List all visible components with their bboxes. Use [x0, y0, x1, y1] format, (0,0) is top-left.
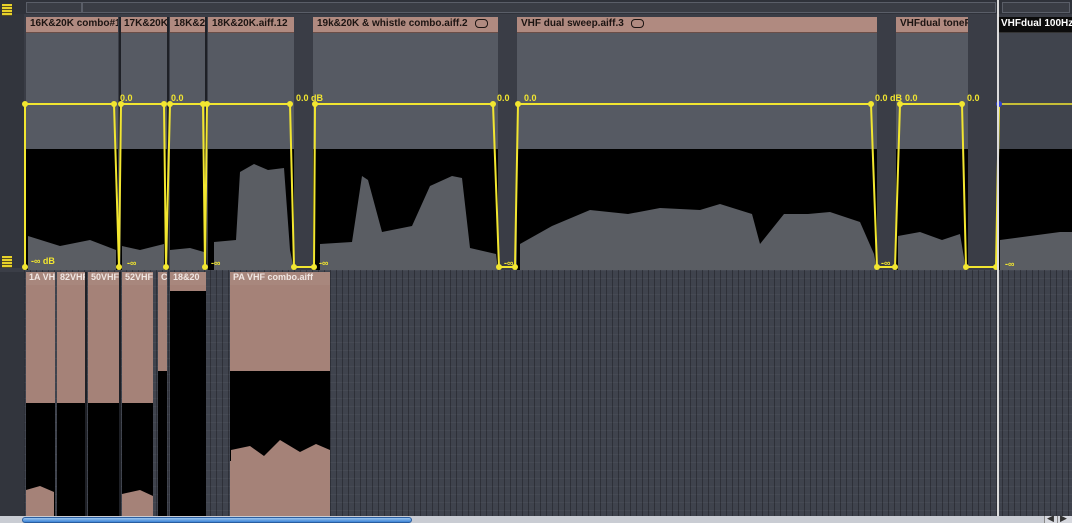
waveform-peak: [520, 204, 877, 270]
automation-overlay: [22, 17, 1072, 516]
envelope-node[interactable]: [874, 264, 880, 270]
envelope-node[interactable]: [111, 101, 117, 107]
envelope-node[interactable]: [291, 264, 297, 270]
envelope-node[interactable]: [163, 264, 169, 270]
envelope-node[interactable]: [311, 264, 317, 270]
gain-label: 0.0: [967, 93, 980, 103]
envelope-node[interactable]: [204, 101, 210, 107]
gain-label: 0.0 dB: [296, 93, 324, 103]
scroll-right-button[interactable]: ▶: [1057, 513, 1072, 523]
waveform-peak: [320, 176, 498, 270]
envelope-node[interactable]: [202, 264, 208, 270]
gain-label: 0.0 dB: [875, 93, 903, 103]
waveform-peak: [26, 486, 54, 516]
envelope-node[interactable]: [515, 101, 521, 107]
envelope-node[interactable]: [161, 101, 167, 107]
chevron-right-icon: ▶: [1060, 513, 1067, 523]
arrange-window: 16K&20K combo#1 17K&20K 18K&2 18K&20K.ai…: [0, 0, 1072, 523]
gain-label: -∞: [881, 258, 891, 268]
envelope-node[interactable]: [116, 264, 122, 270]
envelope-node[interactable]: [892, 264, 898, 270]
waveform-peak: [170, 248, 204, 270]
gain-label: 0.0: [497, 93, 510, 103]
envelope-node[interactable]: [287, 101, 293, 107]
gain-label: -∞: [127, 258, 137, 268]
envelope-node[interactable]: [963, 264, 969, 270]
track2-waveform-peaks: [26, 440, 330, 516]
gain-label: 0.0: [524, 93, 537, 103]
gain-label: -∞: [211, 258, 221, 268]
scrollbar-thumb[interactable]: [22, 517, 412, 523]
gain-label: -∞: [319, 258, 329, 268]
waveform-peaks: [28, 164, 1072, 270]
envelope-node[interactable]: [22, 101, 28, 107]
gain-label: 0.0: [171, 93, 184, 103]
gain-label: -∞ dB: [31, 256, 55, 266]
envelope-node[interactable]: [22, 264, 28, 270]
envelope-node[interactable]: [959, 101, 965, 107]
gain-label: 0.0: [905, 93, 918, 103]
chevron-left-icon: ◀: [1047, 513, 1054, 523]
scroll-left-button[interactable]: ◀: [1044, 513, 1057, 523]
waveform-peak: [214, 164, 294, 270]
playhead[interactable]: [997, 0, 999, 523]
envelope-node[interactable]: [490, 101, 496, 107]
envelope-node[interactable]: [496, 264, 502, 270]
envelope-node[interactable]: [868, 101, 874, 107]
waveform-peak: [898, 232, 966, 270]
gain-label: 0.0: [120, 93, 133, 103]
waveform-peak: [122, 490, 153, 516]
gain-label: -∞: [504, 258, 514, 268]
waveform-peak: [231, 440, 330, 516]
gain-label: -∞: [1005, 259, 1015, 269]
